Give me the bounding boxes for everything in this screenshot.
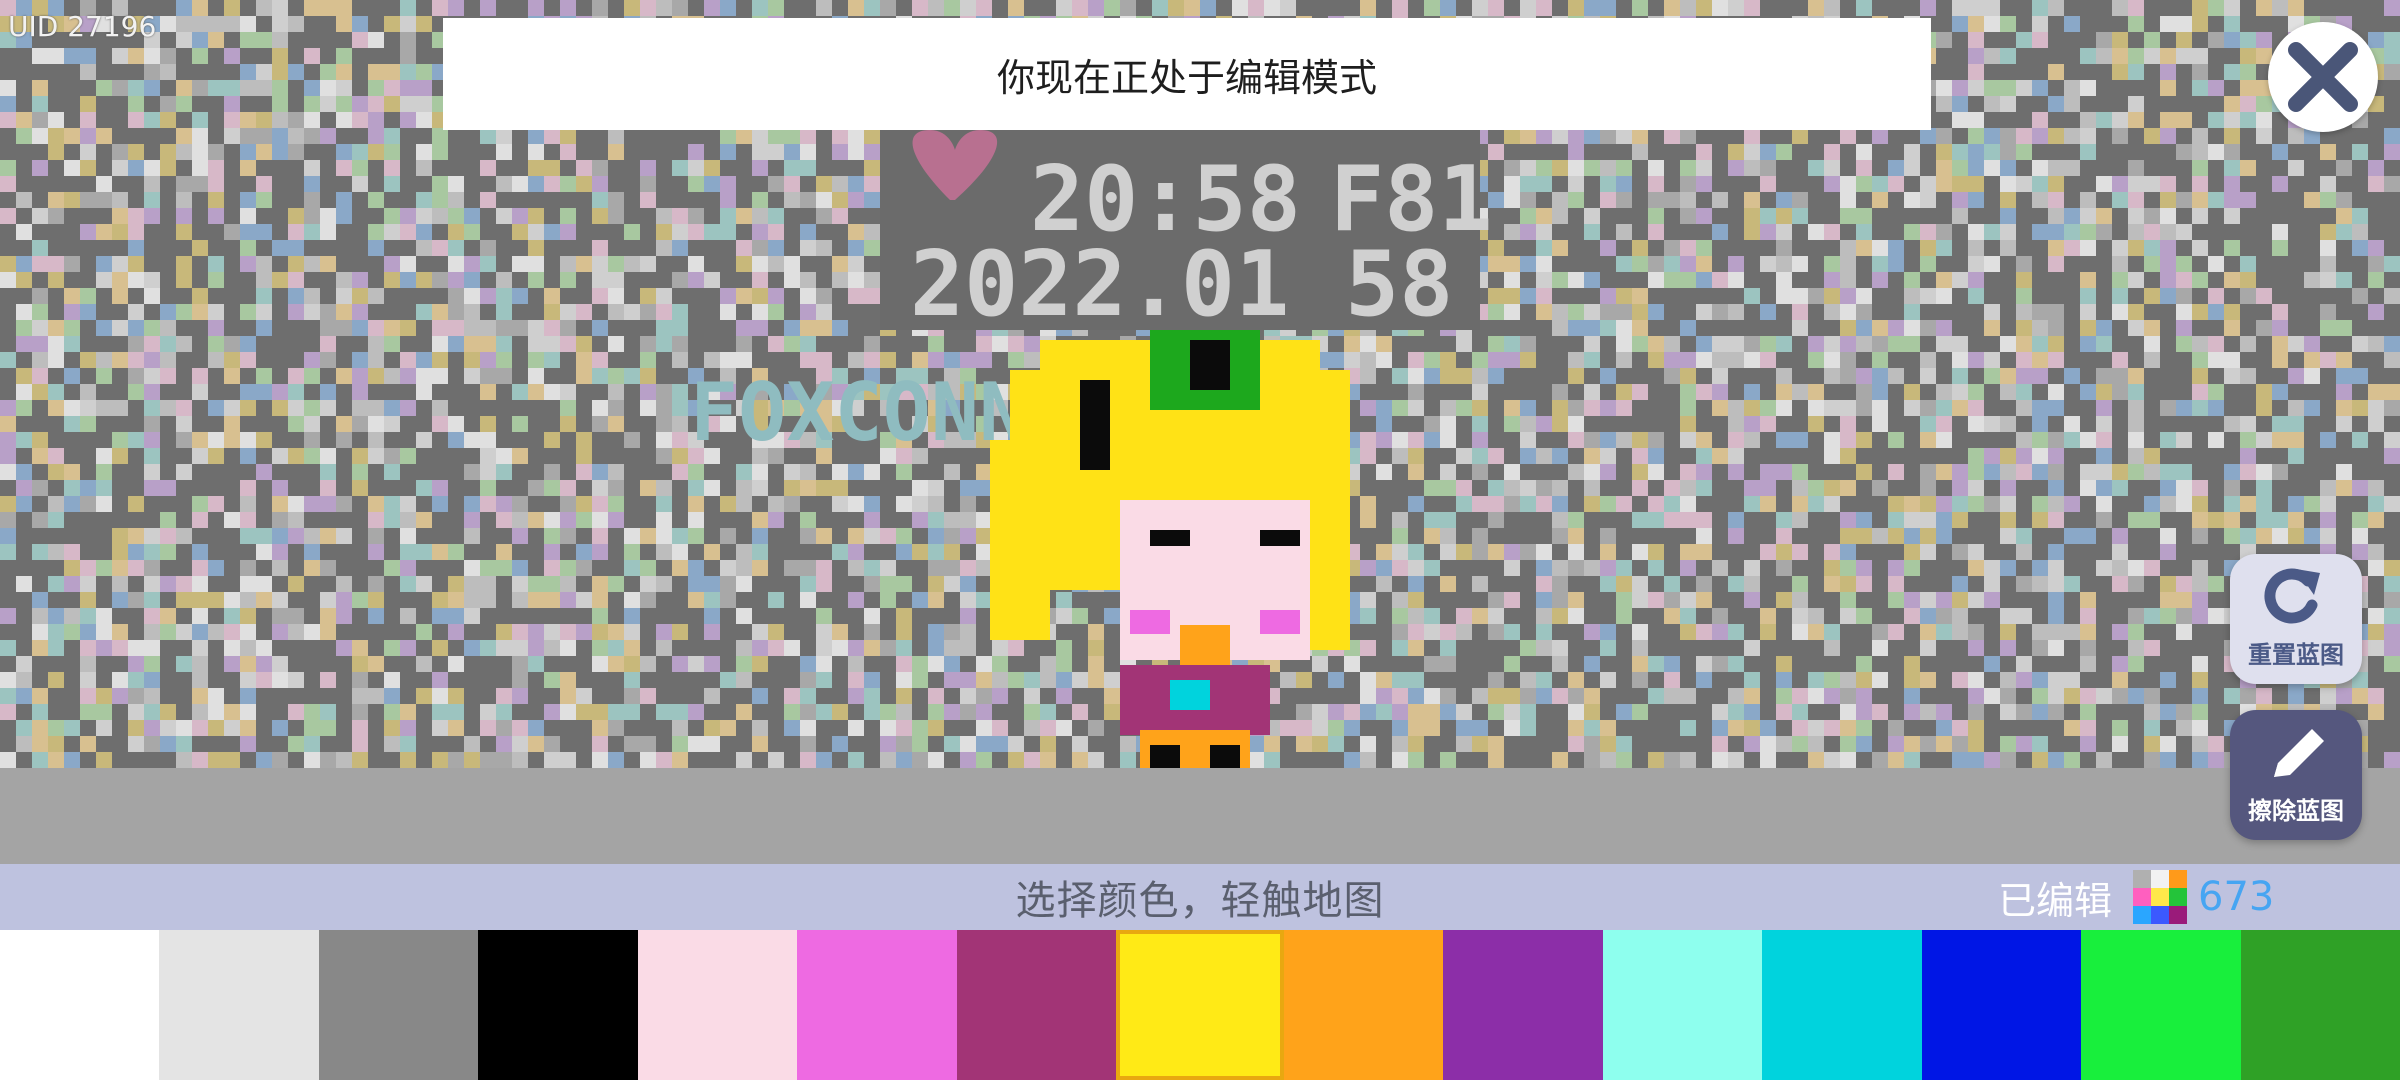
color-swatch[interactable] (1921, 930, 2082, 1080)
color-swatch[interactable] (637, 930, 798, 1080)
color-swatch[interactable] (478, 930, 638, 1080)
uid-label: UID 27196 (8, 10, 157, 43)
date-suffix: 58 (1345, 232, 1453, 337)
refresh-icon (2264, 568, 2320, 624)
color-swatch[interactable] (2240, 930, 2400, 1080)
color-swatch[interactable] (956, 930, 1117, 1080)
close-icon (2288, 42, 2358, 112)
color-swatch[interactable] (318, 930, 479, 1080)
color-swatch[interactable] (1443, 930, 1603, 1080)
erase-blueprint-label: 擦除蓝图 (2248, 797, 2344, 825)
erase-blueprint-button[interactable]: 擦除蓝图 (2230, 710, 2362, 840)
edit-mode-banner: 你现在正处于编辑模式 (443, 18, 1931, 130)
map-floor (0, 768, 2400, 864)
edited-count: 673 (2198, 874, 2275, 920)
reset-blueprint-label: 重置蓝图 (2248, 641, 2344, 669)
color-palette (0, 930, 2400, 1080)
edited-label: 已编辑 (1998, 878, 2113, 923)
date-text: 2022.01 (910, 232, 1289, 337)
color-swatch[interactable] (797, 930, 957, 1080)
color-swatch[interactable] (1762, 930, 1922, 1080)
color-swatch[interactable] (159, 930, 319, 1080)
color-swatch[interactable] (1283, 930, 1444, 1080)
pixels-icon (2133, 870, 2187, 924)
color-swatch[interactable] (2081, 930, 2241, 1080)
close-button[interactable] (2268, 22, 2378, 132)
pencil-icon (2274, 729, 2324, 777)
reset-blueprint-button[interactable]: 重置蓝图 (2230, 554, 2362, 684)
foxconn-sign-text: FOXCONN (690, 366, 1027, 459)
color-swatch[interactable] (0, 930, 160, 1080)
character-sprite (990, 330, 1350, 768)
edit-mode-text: 你现在正处于编辑模式 (996, 55, 1377, 100)
info-bar: 选择颜色，轻触地图 已编辑 673 (0, 864, 2400, 930)
color-swatch[interactable] (1602, 930, 1763, 1080)
color-swatch[interactable] (1116, 930, 1284, 1080)
